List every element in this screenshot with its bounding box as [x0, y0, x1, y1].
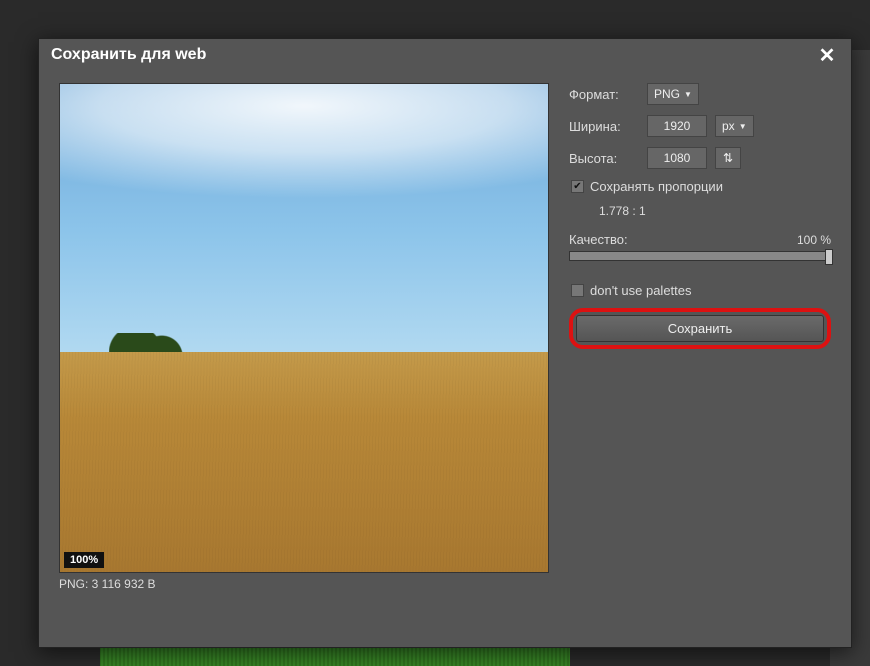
keep-ratio-row: ✔ Сохранять пропорции — [571, 179, 831, 194]
save-for-web-dialog: Сохранить для web ✕ 100% PNG: 3 116 932 … — [38, 38, 852, 648]
palettes-checkbox[interactable] — [571, 284, 584, 297]
dialog-title: Сохранить для web — [51, 46, 206, 64]
height-input[interactable]: 1080 — [647, 147, 707, 169]
quality-label: Качество: — [569, 232, 628, 247]
chevron-down-icon: ▼ — [684, 90, 692, 99]
quality-value: 100 % — [797, 233, 831, 247]
controls-column: Формат: PNG ▼ Ширина: 1920 px ▼ Высота: … — [569, 83, 831, 635]
width-unit-value: px — [722, 119, 735, 133]
format-dropdown[interactable]: PNG ▼ — [647, 83, 699, 105]
aspect-ratio-value: 1.778 : 1 — [599, 204, 831, 218]
slider-thumb[interactable] — [825, 249, 833, 265]
swap-dimensions-icon[interactable]: ⇅ — [715, 147, 741, 169]
format-label: Формат: — [569, 87, 639, 102]
height-label: Высота: — [569, 151, 639, 166]
preview-column: 100% PNG: 3 116 932 B — [59, 83, 549, 635]
format-value: PNG — [654, 87, 680, 101]
width-label: Ширина: — [569, 119, 639, 134]
height-row: Высота: 1080 ⇅ — [569, 147, 831, 169]
filesize-label: PNG: 3 116 932 B — [59, 577, 549, 591]
save-button[interactable]: Сохранить — [576, 315, 824, 342]
zoom-badge[interactable]: 100% — [64, 552, 104, 568]
keep-ratio-checkbox[interactable]: ✔ — [571, 180, 584, 193]
image-preview[interactable]: 100% — [59, 83, 549, 573]
save-button-highlight: Сохранить — [569, 308, 831, 349]
palettes-label: don't use palettes — [590, 283, 692, 298]
palettes-row: don't use palettes — [571, 283, 831, 298]
format-row: Формат: PNG ▼ — [569, 83, 831, 105]
close-icon[interactable]: ✕ — [815, 43, 839, 68]
width-input[interactable]: 1920 — [647, 115, 707, 137]
background-image-strip — [100, 648, 570, 666]
preview-clouds — [60, 84, 548, 304]
quality-slider[interactable] — [569, 251, 831, 261]
dialog-titlebar: Сохранить для web ✕ — [39, 39, 851, 71]
width-unit-dropdown[interactable]: px ▼ — [715, 115, 754, 137]
keep-ratio-label: Сохранять пропорции — [590, 179, 723, 194]
chevron-down-icon: ▼ — [739, 122, 747, 131]
width-row: Ширина: 1920 px ▼ — [569, 115, 831, 137]
dialog-body: 100% PNG: 3 116 932 B Формат: PNG ▼ Шири… — [39, 71, 851, 647]
quality-row: Качество: 100 % — [569, 232, 831, 247]
preview-field — [60, 352, 548, 572]
